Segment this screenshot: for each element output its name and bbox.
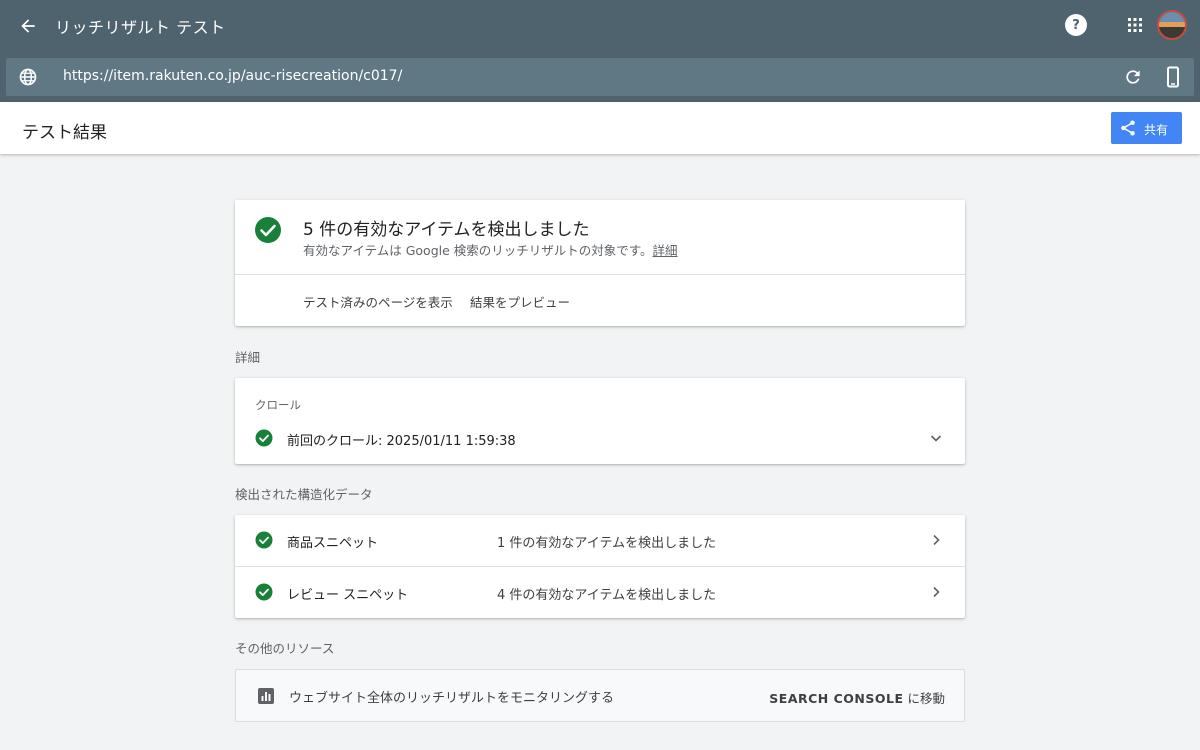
share-button[interactable]: 共有 [1111, 112, 1182, 144]
row-name: レビュー スニペット [287, 588, 409, 603]
share-button-label: 共有 [1144, 123, 1169, 137]
crawl-card[interactable]: クロール 前回のクロール: 2025/01/11 1:59:38 [235, 378, 965, 464]
row-status: 4 件の有効なアイテムを検出しました [497, 588, 717, 603]
help-icon: ? [1072, 17, 1080, 33]
chevron-right-icon [933, 586, 940, 598]
view-tested-page-button[interactable]: テスト済みのページを表示 [303, 292, 453, 311]
mobile-device-icon[interactable] [1163, 66, 1183, 88]
title-row: リッチリザルト テスト ? [0, 0, 1200, 52]
summary-title: 5 件の有効なアイテムを検出しました [303, 220, 590, 240]
preview-results-button[interactable]: 結果をプレビュー [470, 292, 570, 311]
details-link[interactable]: 詳細 [653, 243, 678, 258]
top-app-bar: リッチリザルト テスト ? https://item.rakuten.co.jp… [0, 0, 1200, 102]
check-circle-icon [255, 429, 273, 447]
results-header: テスト結果 共有 [0, 102, 1200, 154]
crawl-heading: クロール [255, 398, 301, 412]
url-bar: https://item.rakuten.co.jp/auc-risecreat… [6, 58, 1194, 96]
bar-chart-icon [258, 688, 274, 704]
avatar[interactable] [1157, 10, 1187, 40]
resources-section-label: その他のリソース [235, 641, 335, 656]
details-section-label: 詳細 [235, 350, 261, 365]
avatar-image [1159, 12, 1185, 38]
apps-grid-icon[interactable] [1124, 14, 1146, 36]
app-title: リッチリザルト テスト [55, 18, 226, 37]
divider [235, 274, 965, 275]
reload-icon[interactable] [1123, 67, 1143, 87]
url-input[interactable]: https://item.rakuten.co.jp/auc-risecreat… [63, 68, 402, 84]
share-icon [1121, 120, 1135, 136]
row-name: 商品スニペット [287, 536, 379, 551]
structured-data-card: 商品スニペット 1 件の有効なアイテムを検出しました レビュー スニペット 4 … [235, 515, 965, 618]
check-circle-icon [255, 531, 273, 549]
chevron-down-icon[interactable] [928, 430, 944, 446]
structured-data-row[interactable]: 商品スニペット 1 件の有効なアイテムを検出しました [235, 515, 965, 566]
check-circle-icon [255, 217, 281, 243]
help-button[interactable]: ? [1065, 14, 1087, 36]
globe-icon [19, 68, 37, 86]
chevron-right-icon [933, 534, 940, 546]
search-console-link-suffix: に移動 [903, 691, 945, 706]
check-circle-icon [255, 583, 273, 601]
summary-description: 有効なアイテムは Google 検索のリッチリザルトの対象です。詳細 [303, 240, 678, 259]
structured-data-row[interactable]: レビュー スニペット 4 件の有効なアイテムを検出しました [235, 567, 965, 618]
back-button[interactable] [14, 12, 42, 40]
summary-description-text: 有効なアイテムは Google 検索のリッチリザルトの対象です。 [303, 243, 653, 258]
resource-text: ウェブサイト全体のリッチリザルトをモニタリングする [289, 691, 615, 706]
row-status: 1 件の有効なアイテムを検出しました [497, 536, 717, 551]
structured-data-section-label: 検出された構造化データ [235, 487, 373, 502]
summary-card: 5 件の有効なアイテムを検出しました 有効なアイテムは Google 検索のリッ… [235, 200, 965, 326]
page-title: テスト結果 [22, 123, 107, 143]
search-console-link[interactable]: SEARCH CONSOLE に移動 [769, 688, 945, 707]
search-console-link-label: SEARCH CONSOLE [769, 691, 904, 706]
last-crawl-text: 前回のクロール: 2025/01/11 1:59:38 [287, 434, 516, 449]
arrow-back-icon [21, 19, 35, 33]
resource-card: ウェブサイト全体のリッチリザルトをモニタリングする SEARCH CONSOLE… [235, 669, 965, 722]
